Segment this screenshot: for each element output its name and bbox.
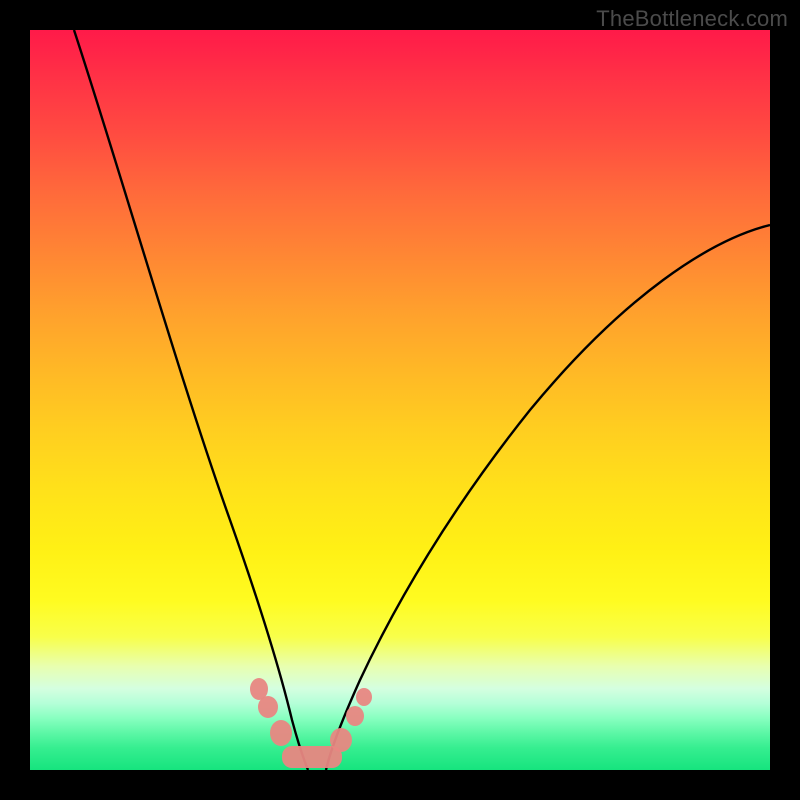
data-marker: [330, 728, 352, 752]
data-marker: [282, 746, 342, 768]
data-marker: [258, 696, 278, 718]
data-marker: [356, 688, 372, 706]
watermark-label: TheBottleneck.com: [596, 6, 788, 32]
data-marker: [346, 706, 364, 726]
chart-frame: TheBottleneck.com: [0, 0, 800, 800]
data-marker: [270, 720, 292, 746]
marker-layer: [30, 30, 770, 770]
plot-area: [30, 30, 770, 770]
